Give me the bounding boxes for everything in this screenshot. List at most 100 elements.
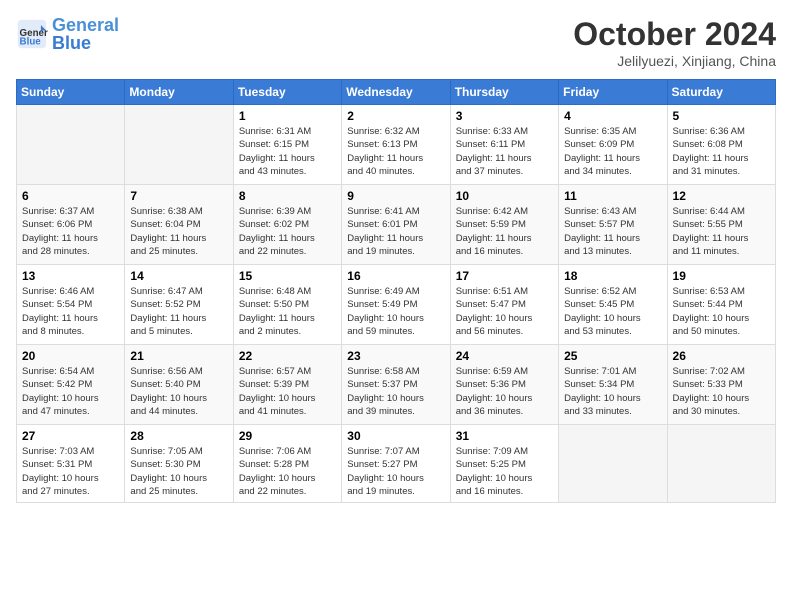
calendar-cell: 3 Sunrise: 6:33 AM Sunset: 6:11 PM Daylig… (450, 105, 558, 185)
weekday-header: Wednesday (342, 80, 450, 105)
calendar-cell: 23 Sunrise: 6:58 AM Sunset: 5:37 PM Dayli… (342, 345, 450, 425)
day-number: 10 (456, 189, 553, 203)
calendar-cell: 28 Sunrise: 7:05 AM Sunset: 5:30 PM Dayli… (125, 425, 233, 503)
day-number: 2 (347, 109, 444, 123)
calendar-cell (17, 105, 125, 185)
calendar-cell: 9Sunrise: 6:41 AM Sunset: 6:01 PM Daylig… (342, 185, 450, 265)
calendar-cell: 11 Sunrise: 6:43 AM Sunset: 5:57 PM Dayli… (559, 185, 667, 265)
day-info: Sunrise: 6:59 AM Sunset: 5:36 PM Dayligh… (456, 365, 553, 418)
day-info: Sunrise: 6:39 AM Sunset: 6:02 PM Dayligh… (239, 205, 336, 258)
day-number: 26 (673, 349, 770, 363)
day-info: Sunrise: 7:07 AM Sunset: 5:27 PM Dayligh… (347, 445, 444, 498)
day-number: 6 (22, 189, 119, 203)
calendar-cell: 12Sunrise: 6:44 AM Sunset: 5:55 PM Dayli… (667, 185, 775, 265)
day-number: 9 (347, 189, 444, 203)
day-info: Sunrise: 7:01 AM Sunset: 5:34 PM Dayligh… (564, 365, 661, 418)
month-title: October 2024 (573, 16, 776, 53)
day-info: Sunrise: 6:56 AM Sunset: 5:40 PM Dayligh… (130, 365, 227, 418)
day-info: Sunrise: 6:57 AM Sunset: 5:39 PM Dayligh… (239, 365, 336, 418)
day-info: Sunrise: 6:36 AM Sunset: 6:08 PM Dayligh… (673, 125, 770, 178)
calendar-cell: 15 Sunrise: 6:48 AM Sunset: 5:50 PM Dayli… (233, 265, 341, 345)
day-number: 16 (347, 269, 444, 283)
calendar-cell: 6 Sunrise: 6:37 AM Sunset: 6:06 PM Daylig… (17, 185, 125, 265)
calendar-cell: 31 Sunrise: 7:09 AM Sunset: 5:25 PM Dayli… (450, 425, 558, 503)
day-info: Sunrise: 6:35 AM Sunset: 6:09 PM Dayligh… (564, 125, 661, 178)
day-number: 11 (564, 189, 661, 203)
day-number: 5 (673, 109, 770, 123)
day-number: 31 (456, 429, 553, 443)
day-info: Sunrise: 7:09 AM Sunset: 5:25 PM Dayligh… (456, 445, 553, 498)
calendar-cell: 26Sunrise: 7:02 AM Sunset: 5:33 PM Dayli… (667, 345, 775, 425)
calendar-table: SundayMondayTuesdayWednesdayThursdayFrid… (16, 79, 776, 503)
calendar-cell: 25 Sunrise: 7:01 AM Sunset: 5:34 PM Dayli… (559, 345, 667, 425)
calendar-cell: 10 Sunrise: 6:42 AM Sunset: 5:59 PM Dayli… (450, 185, 558, 265)
calendar-cell: 1 Sunrise: 6:31 AM Sunset: 6:15 PM Daylig… (233, 105, 341, 185)
title-block: October 2024 Jelilyuezi, Xinjiang, China (573, 16, 776, 69)
day-number: 24 (456, 349, 553, 363)
calendar-cell: 5 Sunrise: 6:36 AM Sunset: 6:08 PM Daylig… (667, 105, 775, 185)
page-header: General Blue General Blue October 2024 J… (16, 16, 776, 69)
day-number: 25 (564, 349, 661, 363)
day-number: 1 (239, 109, 336, 123)
calendar-cell: 18 Sunrise: 6:52 AM Sunset: 5:45 PM Dayli… (559, 265, 667, 345)
calendar-body: 1 Sunrise: 6:31 AM Sunset: 6:15 PM Daylig… (17, 105, 776, 503)
day-info: Sunrise: 6:49 AM Sunset: 5:49 PM Dayligh… (347, 285, 444, 338)
day-number: 17 (456, 269, 553, 283)
day-info: Sunrise: 6:42 AM Sunset: 5:59 PM Dayligh… (456, 205, 553, 258)
day-info: Sunrise: 6:37 AM Sunset: 6:06 PM Dayligh… (22, 205, 119, 258)
day-number: 21 (130, 349, 227, 363)
location: Jelilyuezi, Xinjiang, China (573, 53, 776, 69)
calendar-cell (125, 105, 233, 185)
weekday-header: Monday (125, 80, 233, 105)
day-number: 12 (673, 189, 770, 203)
calendar-cell: 14Sunrise: 6:47 AM Sunset: 5:52 PM Dayli… (125, 265, 233, 345)
day-number: 27 (22, 429, 119, 443)
calendar-cell: 22 Sunrise: 6:57 AM Sunset: 5:39 PM Dayli… (233, 345, 341, 425)
day-info: Sunrise: 6:43 AM Sunset: 5:57 PM Dayligh… (564, 205, 661, 258)
day-info: Sunrise: 6:53 AM Sunset: 5:44 PM Dayligh… (673, 285, 770, 338)
day-number: 15 (239, 269, 336, 283)
day-info: Sunrise: 6:54 AM Sunset: 5:42 PM Dayligh… (22, 365, 119, 418)
day-info: Sunrise: 6:31 AM Sunset: 6:15 PM Dayligh… (239, 125, 336, 178)
svg-text:Blue: Blue (20, 37, 42, 48)
day-number: 23 (347, 349, 444, 363)
logo-icon: General Blue (16, 18, 48, 50)
weekday-header: Friday (559, 80, 667, 105)
day-info: Sunrise: 6:32 AM Sunset: 6:13 PM Dayligh… (347, 125, 444, 178)
day-number: 28 (130, 429, 227, 443)
day-info: Sunrise: 6:48 AM Sunset: 5:50 PM Dayligh… (239, 285, 336, 338)
logo: General Blue General Blue (16, 16, 119, 52)
day-number: 29 (239, 429, 336, 443)
day-info: Sunrise: 6:58 AM Sunset: 5:37 PM Dayligh… (347, 365, 444, 418)
day-info: Sunrise: 6:47 AM Sunset: 5:52 PM Dayligh… (130, 285, 227, 338)
weekday-header: Sunday (17, 80, 125, 105)
calendar-cell: 24 Sunrise: 6:59 AM Sunset: 5:36 PM Dayli… (450, 345, 558, 425)
calendar-cell: 2 Sunrise: 6:32 AM Sunset: 6:13 PM Daylig… (342, 105, 450, 185)
calendar-cell: 30 Sunrise: 7:07 AM Sunset: 5:27 PM Dayli… (342, 425, 450, 503)
calendar-cell: 7Sunrise: 6:38 AM Sunset: 6:04 PM Daylig… (125, 185, 233, 265)
day-info: Sunrise: 6:38 AM Sunset: 6:04 PM Dayligh… (130, 205, 227, 258)
calendar-cell: 21 Sunrise: 6:56 AM Sunset: 5:40 PM Dayli… (125, 345, 233, 425)
day-number: 18 (564, 269, 661, 283)
day-info: Sunrise: 7:05 AM Sunset: 5:30 PM Dayligh… (130, 445, 227, 498)
day-number: 22 (239, 349, 336, 363)
calendar-week-row: 6 Sunrise: 6:37 AM Sunset: 6:06 PM Daylig… (17, 185, 776, 265)
day-number: 4 (564, 109, 661, 123)
calendar-week-row: 27 Sunrise: 7:03 AM Sunset: 5:31 PM Dayli… (17, 425, 776, 503)
calendar-header: SundayMondayTuesdayWednesdayThursdayFrid… (17, 80, 776, 105)
day-number: 3 (456, 109, 553, 123)
day-info: Sunrise: 6:51 AM Sunset: 5:47 PM Dayligh… (456, 285, 553, 338)
day-number: 20 (22, 349, 119, 363)
calendar-cell: 4 Sunrise: 6:35 AM Sunset: 6:09 PM Daylig… (559, 105, 667, 185)
calendar-cell: 29Sunrise: 7:06 AM Sunset: 5:28 PM Dayli… (233, 425, 341, 503)
day-info: Sunrise: 6:52 AM Sunset: 5:45 PM Dayligh… (564, 285, 661, 338)
header-row: SundayMondayTuesdayWednesdayThursdayFrid… (17, 80, 776, 105)
logo-text2: Blue (52, 34, 119, 52)
weekday-header: Saturday (667, 80, 775, 105)
day-number: 30 (347, 429, 444, 443)
logo-text: General (52, 16, 119, 34)
day-info: Sunrise: 6:33 AM Sunset: 6:11 PM Dayligh… (456, 125, 553, 178)
weekday-header: Tuesday (233, 80, 341, 105)
day-info: Sunrise: 6:46 AM Sunset: 5:54 PM Dayligh… (22, 285, 119, 338)
day-info: Sunrise: 7:03 AM Sunset: 5:31 PM Dayligh… (22, 445, 119, 498)
